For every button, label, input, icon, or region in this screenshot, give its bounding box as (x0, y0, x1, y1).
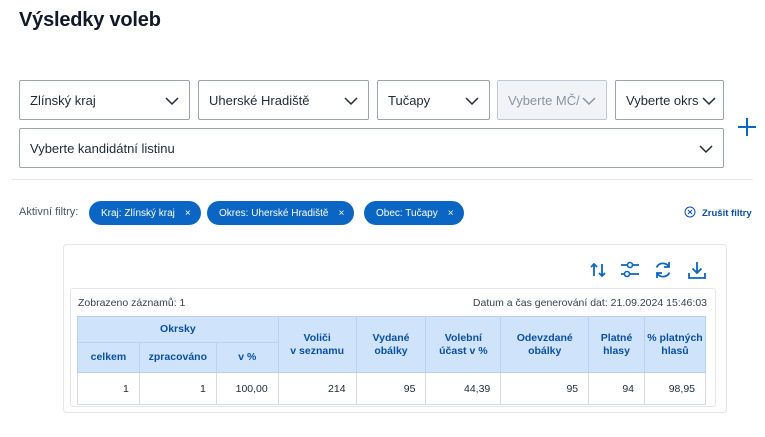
header-pct-platnych-line1: % platných (647, 331, 703, 344)
chevron-down-icon (464, 93, 480, 109)
divider (12, 179, 753, 180)
header-vydane-line1: Vydané (372, 331, 410, 344)
select-obec[interactable]: Tučapy (377, 80, 490, 120)
filter-chip-label: Kraj: Zlínský kraj (101, 207, 175, 219)
chevron-down-icon (698, 141, 714, 157)
close-icon[interactable]: × (185, 208, 191, 219)
select-okres-value: Uherské Hradiště (209, 92, 310, 108)
table-row: 1 1 100,00 214 95 44,39 95 94 98,95 (77, 372, 706, 405)
select-kraj-value: Zlínský kraj (30, 92, 96, 108)
select-obec-value: Tučapy (388, 92, 431, 108)
filter-chip-okres[interactable]: Okres: Uherské Hradiště × (207, 201, 355, 225)
header-odevzdane: Odevzdané obálky (500, 316, 590, 373)
select-okrsek-value: Vyberte okrs (626, 92, 699, 108)
select-mc[interactable]: Vyberte MČ/ (497, 80, 607, 120)
cell-pct: 100,00 (215, 372, 279, 405)
header-odevzdane-line2: obálky (528, 344, 562, 357)
cell-zpracovano: 1 (138, 372, 217, 405)
cell-platne: 94 (588, 372, 645, 405)
refresh-icon[interactable] (652, 259, 674, 281)
select-kandidatni-listina[interactable]: Vyberte kandidátní listinu (19, 128, 724, 168)
generated-datetime-text: Datum a čas generování dat: 21.09.2024 1… (472, 297, 707, 309)
select-listina-value: Vyberte kandidátní listinu (30, 140, 175, 156)
header-platne: Platné hlasy (588, 316, 645, 373)
filter-chip-label: Okres: Uherské Hradiště (219, 207, 329, 219)
cell-odevzdane: 95 (500, 372, 590, 405)
header-platne-line1: Platné (600, 331, 633, 344)
cell-pct-platnych: 98,95 (644, 372, 706, 405)
close-icon[interactable]: × (448, 208, 454, 219)
header-vydane: Vydané obálky (355, 316, 427, 373)
header-pct-platnych-line2: hlasů (661, 344, 689, 357)
sort-icon[interactable] (587, 259, 609, 281)
close-icon[interactable]: × (338, 208, 344, 219)
header-okrsky: Okrsky (77, 316, 279, 343)
chevron-down-icon (164, 93, 180, 109)
clear-filters-button[interactable]: Zrušit filtry (684, 206, 752, 221)
header-celkem: celkem (77, 342, 140, 373)
header-volici: Voliči v seznamu (277, 316, 357, 373)
download-icon[interactable] (686, 259, 708, 281)
header-platne-line2: hlasy (603, 344, 630, 357)
cell-ucast: 44,39 (425, 372, 502, 405)
select-okres[interactable]: Uherské Hradiště (198, 80, 369, 120)
select-mc-value: Vyberte MČ/ (508, 92, 580, 108)
header-vydane-line2: obálky (374, 344, 408, 357)
chevron-down-icon (581, 93, 597, 109)
chevron-down-icon (343, 93, 359, 109)
chevron-down-icon (701, 93, 717, 109)
filter-settings-icon[interactable] (619, 259, 641, 281)
results-table: Okrsky Voliči v seznamu Vydané obálky Vole… (77, 316, 706, 405)
cell-vydane: 95 (355, 372, 427, 405)
close-circle-icon (684, 206, 696, 221)
header-volici-line2: v seznamu (290, 344, 344, 357)
filter-chip-label: Obec: Tučapy (376, 207, 438, 219)
cell-volici: 214 (277, 372, 357, 405)
header-pct-platnych: % platných hlasů (644, 316, 706, 373)
cell-celkem: 1 (77, 372, 140, 405)
active-filters-label: Aktivní filtry: (19, 206, 79, 218)
clear-filters-label: Zrušit filtry (702, 208, 752, 219)
header-ucast-line1: Volební (444, 331, 482, 344)
header-pct: v % (215, 342, 279, 373)
header-volici-line1: Voliči (303, 331, 331, 344)
filter-chip-kraj[interactable]: Kraj: Zlínský kraj × (89, 201, 201, 225)
plus-icon[interactable] (735, 115, 759, 139)
header-odevzdane-line1: Odevzdané (516, 331, 573, 344)
select-kraj[interactable]: Zlínský kraj (19, 80, 190, 120)
filter-chip-obec[interactable]: Obec: Tučapy × (364, 201, 464, 225)
page-title: Výsledky voleb (19, 9, 161, 31)
header-ucast: Volební účast v % (425, 316, 502, 373)
header-ucast-line2: účast v % (439, 344, 488, 357)
header-zpracovano: zpracováno (138, 342, 217, 373)
select-okrsek[interactable]: Vyberte okrs (615, 80, 724, 120)
records-shown-text: Zobrazeno záznamů: 1 (78, 297, 186, 309)
